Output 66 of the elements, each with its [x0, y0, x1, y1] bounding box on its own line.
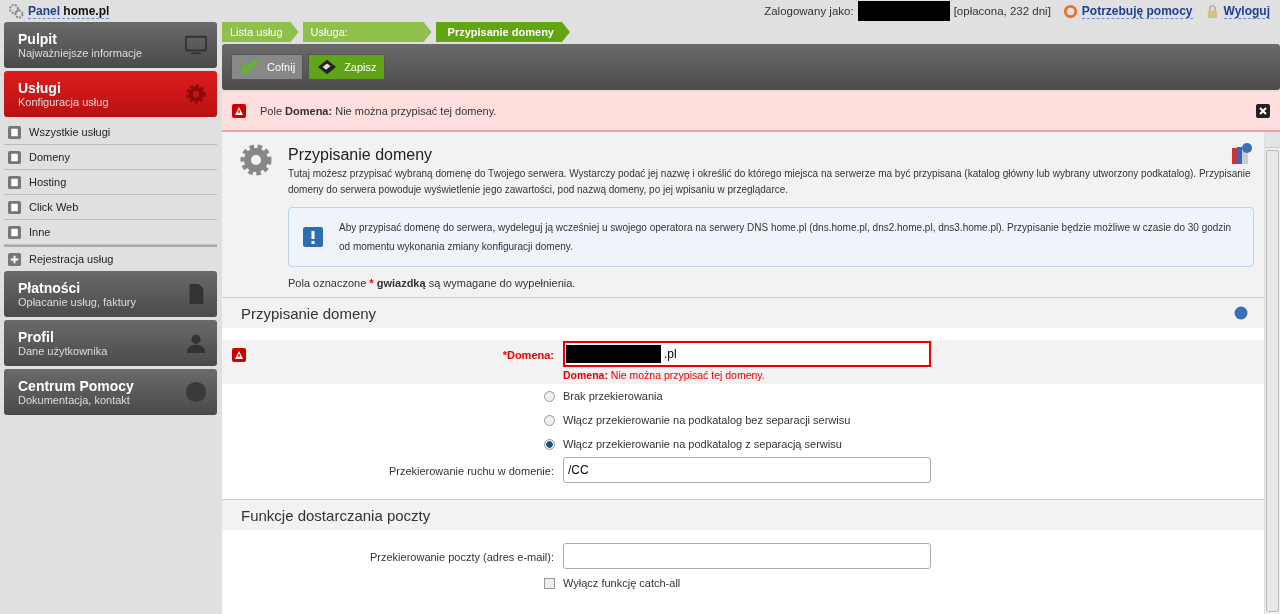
gears-icon: [8, 3, 24, 19]
header-link[interactable]: Wyloguj: [1223, 3, 1270, 19]
back-button[interactable]: Cofnij: [231, 54, 304, 80]
page-title: Przypisanie domeny: [288, 146, 433, 164]
field-label: *Domena:: [502, 348, 554, 361]
help-books-icon[interactable]: [1230, 142, 1254, 166]
menu-card-subtitle: Konfiguracja usług: [18, 96, 109, 108]
service-icon: [8, 150, 21, 164]
submenu-item[interactable]: Hosting: [4, 170, 217, 195]
account-status: [opłacona, 232 dni]: [953, 5, 1051, 17]
submenu-item[interactable]: Wszystkie usługi: [4, 120, 217, 145]
close-button[interactable]: [1256, 104, 1270, 118]
menu-card[interactable]: Pulpit Najważniejsze informacje: [4, 22, 217, 68]
service-icon: [8, 125, 21, 139]
field-label: Przekierowanie ruchu w domenie:: [388, 464, 554, 477]
menu-card[interactable]: Centrum Pomocy Dokumentacja, kontakt: [4, 369, 217, 415]
menu-card-subtitle: Dokumentacja, kontakt: [18, 394, 131, 406]
menu-card-title: Profil: [18, 329, 55, 345]
submenu-item[interactable]: Click Web: [4, 195, 217, 220]
service-icon: [8, 175, 21, 189]
warning-icon: [232, 104, 246, 118]
radio-button[interactable]: [544, 438, 555, 450]
exclamation-icon: [303, 227, 323, 247]
section-title: Funkcje dostarczania poczty: [241, 506, 431, 524]
radio-button[interactable]: [544, 390, 555, 402]
person-icon: [185, 332, 207, 354]
lifebuoy-icon: [1062, 3, 1078, 19]
header-link[interactable]: Potrzebuję pomocy: [1081, 3, 1193, 19]
menu-card-title: Pulpit: [18, 31, 58, 47]
field-error: Domena: Nie można przypisać tej domeny.: [563, 368, 766, 383]
error-message: Pole Domena: Nie można przypisać tej domeny.: [260, 105, 497, 117]
radio-label: Włącz przekierowanie na podkatalog bez separacji serwisu: [563, 414, 851, 426]
input-field[interactable]: [563, 543, 931, 569]
plus-icon: [8, 252, 21, 266]
info-text: Aby przypisać domenę do serwera, wydeleguj ją wcześniej u swojego operatora na serwery DNS home.pl (dns.home.pl, dns2.home.pl, dns3.home.pl). Przypisanie będzie możliwe w czasie do 30 godzin od momentu wykonania zmiany konfiguracji domeny.: [339, 221, 1233, 254]
menu-card-title: Usługi: [18, 80, 62, 96]
required-note: Pola oznaczone * gwiazdką są wymagane do wypełnienia.: [288, 277, 577, 289]
menu-card-subtitle: Dane użytkownika: [18, 345, 108, 357]
checkbox-label: Wyłącz funkcję catch-all: [563, 577, 681, 589]
radio-label: Włącz przekierowanie na podkatalog z separacją serwisu: [563, 438, 842, 450]
menu-card-title: Płatności: [18, 280, 82, 296]
logo-text[interactable]: Panel home.pl: [28, 3, 110, 19]
gear-icon: [238, 142, 274, 178]
menu-card-subtitle: Najważniejsze informacje: [18, 47, 143, 59]
arrow-icon: [239, 58, 261, 76]
menu-card-subtitle: Opłacanie usług, faktury: [18, 296, 136, 308]
checkbox[interactable]: [544, 577, 555, 589]
radio-button[interactable]: [544, 414, 555, 426]
logged-in-label: Zalogowany jako:: [764, 5, 854, 17]
service-icon: [8, 225, 21, 239]
field-label: Przekierowanie poczty (adres e-mail):: [370, 550, 554, 563]
input-field[interactable]: /CC: [563, 457, 931, 483]
service-icon: [8, 200, 21, 214]
menu-card[interactable]: Profil Dane użytkownika: [4, 320, 217, 366]
submenu-item[interactable]: Inne: [4, 220, 217, 245]
page-description: Tutaj możesz przypisać wybraną domenę do Twojego serwera. Wystarczy podać jej nazwę i określić do którego miejsca na serwerze ma być przypisana (katalog główny lub wybrany utworzony podkatalog). Przypisanie domeny do serwera powoduje wyświetlenie jego zawartości, pod nazwą domeny, po jej wpisaniu w przeglądarce.: [288, 167, 1252, 197]
submenu-item[interactable]: Domeny: [4, 145, 217, 170]
menu-card[interactable]: Płatności Opłacanie usług, faktury: [4, 271, 217, 317]
warning-icon: [232, 347, 246, 362]
gear-icon: [185, 83, 207, 105]
monitor-icon: [185, 34, 207, 56]
scrollbar[interactable]: [1264, 132, 1280, 614]
menu-card[interactable]: Usługi Konfiguracja usług: [4, 71, 217, 117]
menu-card-title: Centrum Pomocy: [18, 378, 134, 394]
radio-label: Brak przekierowania: [563, 390, 663, 402]
section-title: Przypisanie domeny: [241, 304, 377, 322]
